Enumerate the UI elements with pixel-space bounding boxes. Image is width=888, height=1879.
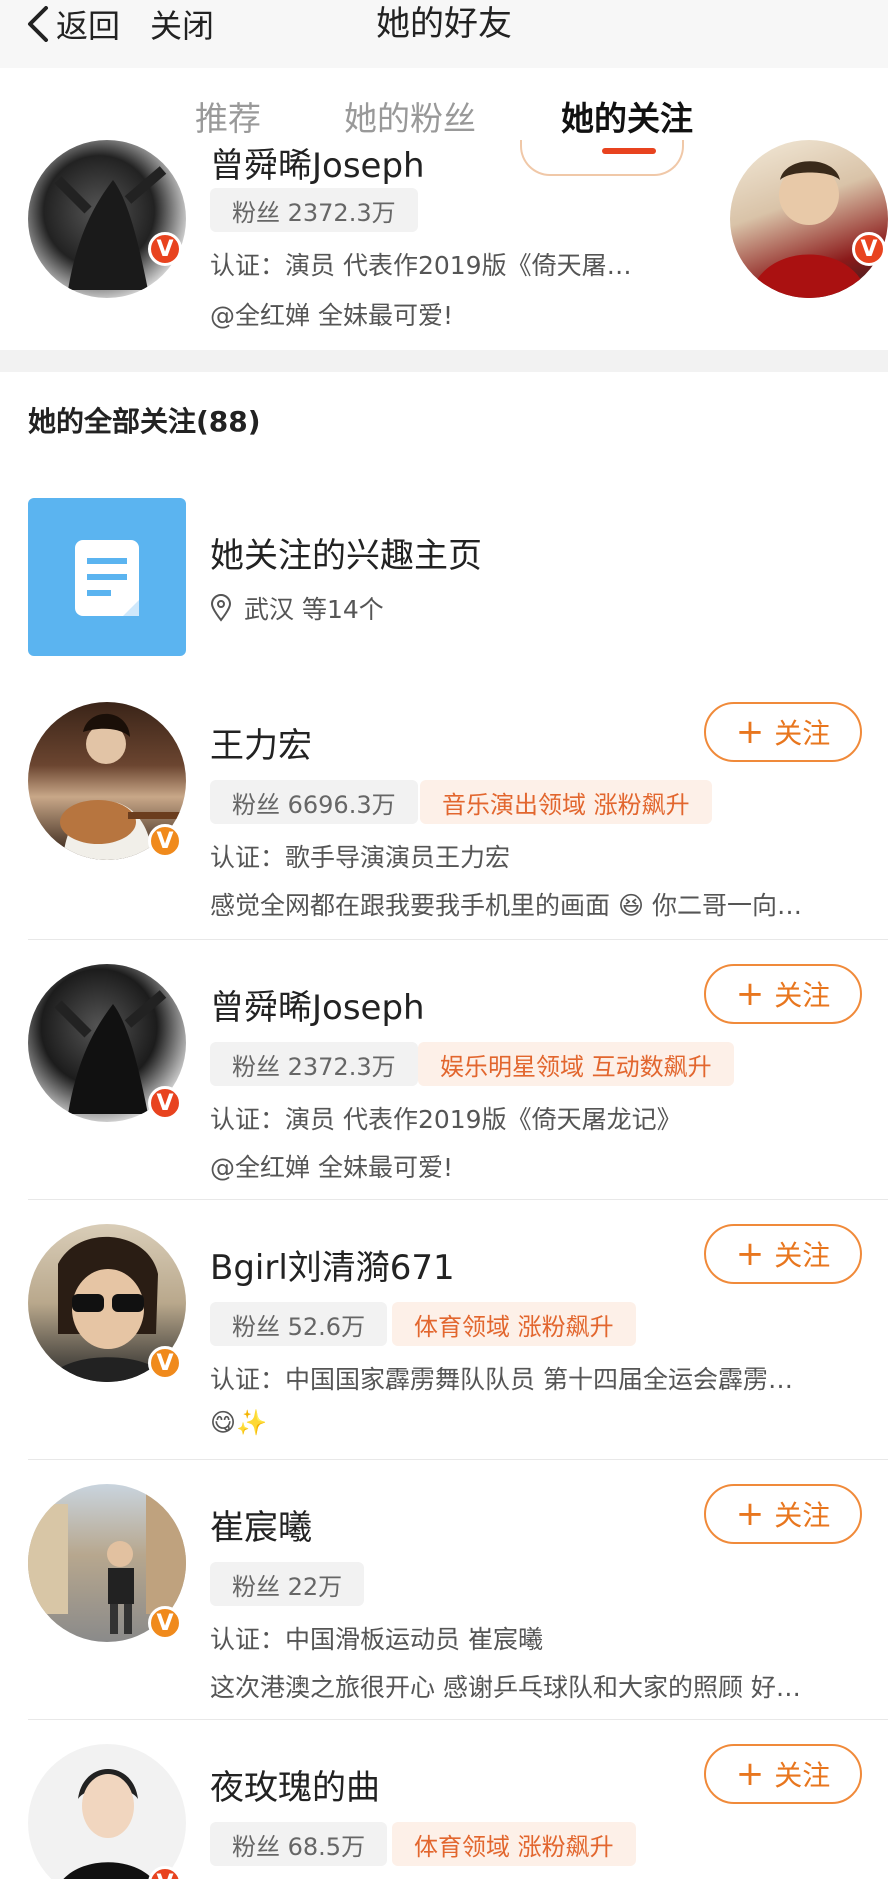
user-name: 曾舜晞Joseph [210,988,425,1028]
interest-page-location: 武汉 等14个 [210,590,384,626]
follow-label: 关注 [774,979,831,1012]
latest-post: 感觉全网都在跟我要我手机里的画面 😆 你二哥一向… [210,891,802,920]
verified-badge-icon: V [148,1086,182,1120]
follow-button[interactable]: + 关注 [704,1224,862,1284]
follow-button[interactable]: + 关注 [704,1744,862,1804]
fans-count: 粉丝 68.5万 [210,1822,388,1866]
follow-label: 关注 [774,1759,831,1792]
trend-tag: 娱乐明星领域 互动数飙升 [418,1042,734,1086]
verified-badge-icon: V [852,232,886,266]
trend-tag: 音乐演出领域 涨粉飙升 [420,780,712,824]
avatar-anime-figure-icon [63,1769,153,1879]
fans-count: 粉丝 52.6万 [210,1302,388,1346]
plus-icon: + [735,1234,765,1274]
recommended-card[interactable]: V 曾舜晞Joseph 粉丝 2372.3万 认证：演员 代表作2019版《倚天… [0,140,888,350]
avatar-figure-icon [54,166,167,290]
tab-her-fans[interactable]: 她的粉丝 [344,92,476,140]
latest-post: 这次港澳之旅很开心 感谢乒乓球队和大家的照顾 好… [210,1673,801,1702]
user-name: Bgirl刘清漪671 [210,1248,455,1288]
user-name: 曾舜晞Joseph [210,146,425,186]
fans-count: 粉丝 2372.3万 [210,1042,418,1086]
tab-her-following[interactable]: 她的关注 [561,92,693,140]
verify-text: 认证：中国滑板运动员 崔宸曦 [210,1625,543,1654]
page-title: 她的好友 [376,4,512,44]
plus-icon: + [735,712,765,752]
location-text: 武汉 等14个 [244,595,384,624]
follow-label: 关注 [774,1239,831,1272]
user-name: 崔宸曦 [210,1508,312,1548]
divider [28,1719,888,1720]
top-bar: 返回 关闭 她的好友 [0,0,888,68]
latest-post: 😋✨ [210,1408,268,1437]
divider [28,1459,888,1460]
trend-tag: 体育领域 涨粉飙升 [392,1302,636,1346]
avatar[interactable] [28,140,186,298]
verified-badge-icon: V [148,1606,182,1640]
verified-badge-icon: V [148,232,182,266]
plus-icon: + [735,1494,765,1534]
list-item[interactable]: V 崔宸曦 粉丝 22万 认证：中国滑板运动员 崔宸曦 这次港澳之旅很开心 感谢… [0,1482,888,1718]
section-separator [0,350,888,372]
follow-button[interactable] [520,140,684,176]
avatar-figure-icon [750,161,868,298]
tab-recommended[interactable]: 推荐 [195,92,261,140]
section-title: 她的全部关注(88) [28,405,261,438]
divider [28,939,888,940]
trend-tag: 体育领域 涨粉飙升 [392,1822,636,1866]
fans-count: 粉丝 22万 [210,1562,365,1606]
plus-icon: + [735,974,765,1014]
follow-button[interactable]: + 关注 [704,702,862,762]
interest-page-title: 她关注的兴趣主页 [210,536,482,576]
verify-text: 认证：中国国家霹雳舞队队员 第十四届全运会霹雳… [210,1365,793,1394]
verify-text: 认证：歌手导演演员王力宏 [210,843,511,872]
list-item[interactable]: V 王力宏 粉丝 6696.3万 音乐演出领域 涨粉飙升 认证：歌手导演演员王力… [0,700,888,940]
latest-post: @全红婵 全妹最可爱! [210,1153,453,1182]
list-item[interactable]: V 夜玫瑰的曲 粉丝 68.5万 体育领域 涨粉飙升 +关注 [0,1742,888,1879]
latest-post: @全红婵 全妹最可爱! [210,301,453,330]
user-name: 夜玫瑰的曲 [210,1768,380,1808]
avatar[interactable] [730,140,888,298]
verify-text: 认证：演员 代表作2019版《倚天屠龙记》 [210,1105,682,1134]
follow-button[interactable]: + 关注 [704,964,862,1024]
list-item[interactable]: V Bgirl刘清漪671 粉丝 52.6万 体育领域 涨粉飙升 认证：中国国家… [0,1222,888,1458]
fans-count: 粉丝 2372.3万 [210,188,418,232]
follow-label: 关注 [774,717,831,750]
verified-badge-icon: V [148,824,182,858]
document-icon [28,498,186,656]
location-pin-icon [210,594,232,622]
plus-icon: + [735,1754,765,1794]
fans-count: 粉丝 6696.3万 [210,780,418,824]
interest-page-row[interactable]: 她关注的兴趣主页 武汉 等14个 [0,498,888,658]
verified-badge-icon: V [148,1346,182,1380]
list-item[interactable]: V 曾舜晞Joseph 粉丝 2372.3万 娱乐明星领域 互动数飙升 认证：演… [0,962,888,1198]
verify-text: 认证：演员 代表作2019版《倚天屠… [210,251,632,280]
follow-button[interactable]: + 关注 [704,1484,862,1544]
user-name: 王力宏 [210,726,312,766]
avatar[interactable] [28,1744,186,1879]
follow-label: 关注 [774,1499,831,1532]
divider [28,1199,888,1200]
